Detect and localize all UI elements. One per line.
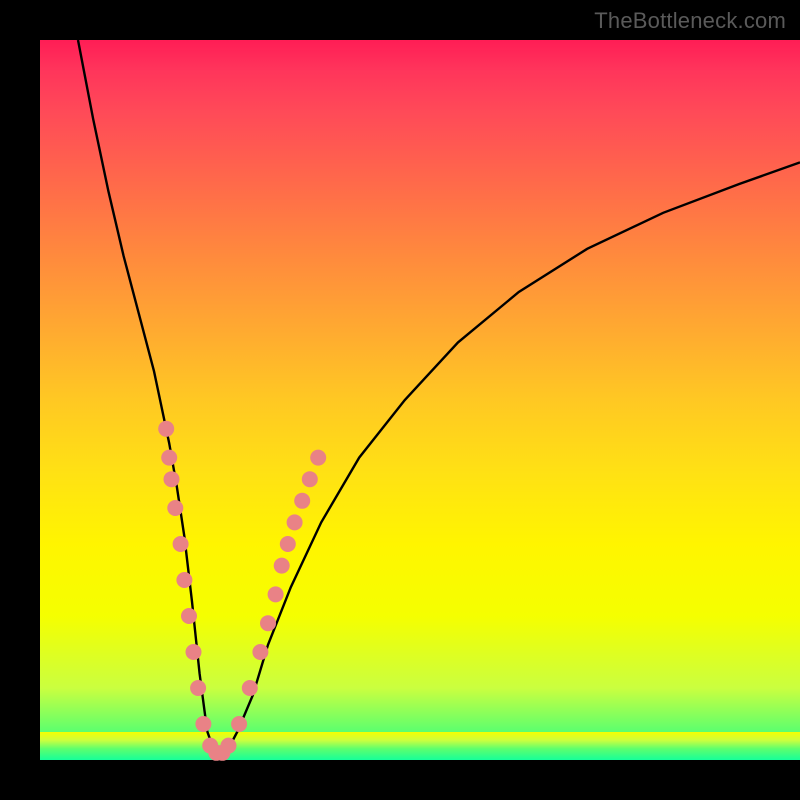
curve-dot [167, 500, 183, 516]
chart-frame: TheBottleneck.com [0, 0, 800, 800]
curve-dot [161, 450, 177, 466]
curve-dot [221, 738, 237, 754]
plot-area [40, 40, 800, 760]
bottleneck-curve-path [78, 40, 800, 753]
curve-dot [294, 493, 310, 509]
bottleneck-curve-svg [40, 40, 800, 760]
curve-dot [252, 644, 268, 660]
curve-dot [195, 716, 211, 732]
curve-dot [280, 536, 296, 552]
watermark-text: TheBottleneck.com [594, 8, 786, 34]
curve-dot [164, 471, 180, 487]
curve-dot [190, 680, 206, 696]
curve-dot [158, 421, 174, 437]
curve-dot [274, 558, 290, 574]
curve-dots-group [158, 421, 326, 761]
curve-dot [287, 514, 303, 530]
curve-dot [186, 644, 202, 660]
curve-dot [302, 471, 318, 487]
curve-dot [231, 716, 247, 732]
curve-dot [176, 572, 192, 588]
curve-dot [310, 450, 326, 466]
curve-dot [173, 536, 189, 552]
curve-dot [260, 615, 276, 631]
curve-dot [268, 586, 284, 602]
curve-dot [242, 680, 258, 696]
curve-dot [181, 608, 197, 624]
